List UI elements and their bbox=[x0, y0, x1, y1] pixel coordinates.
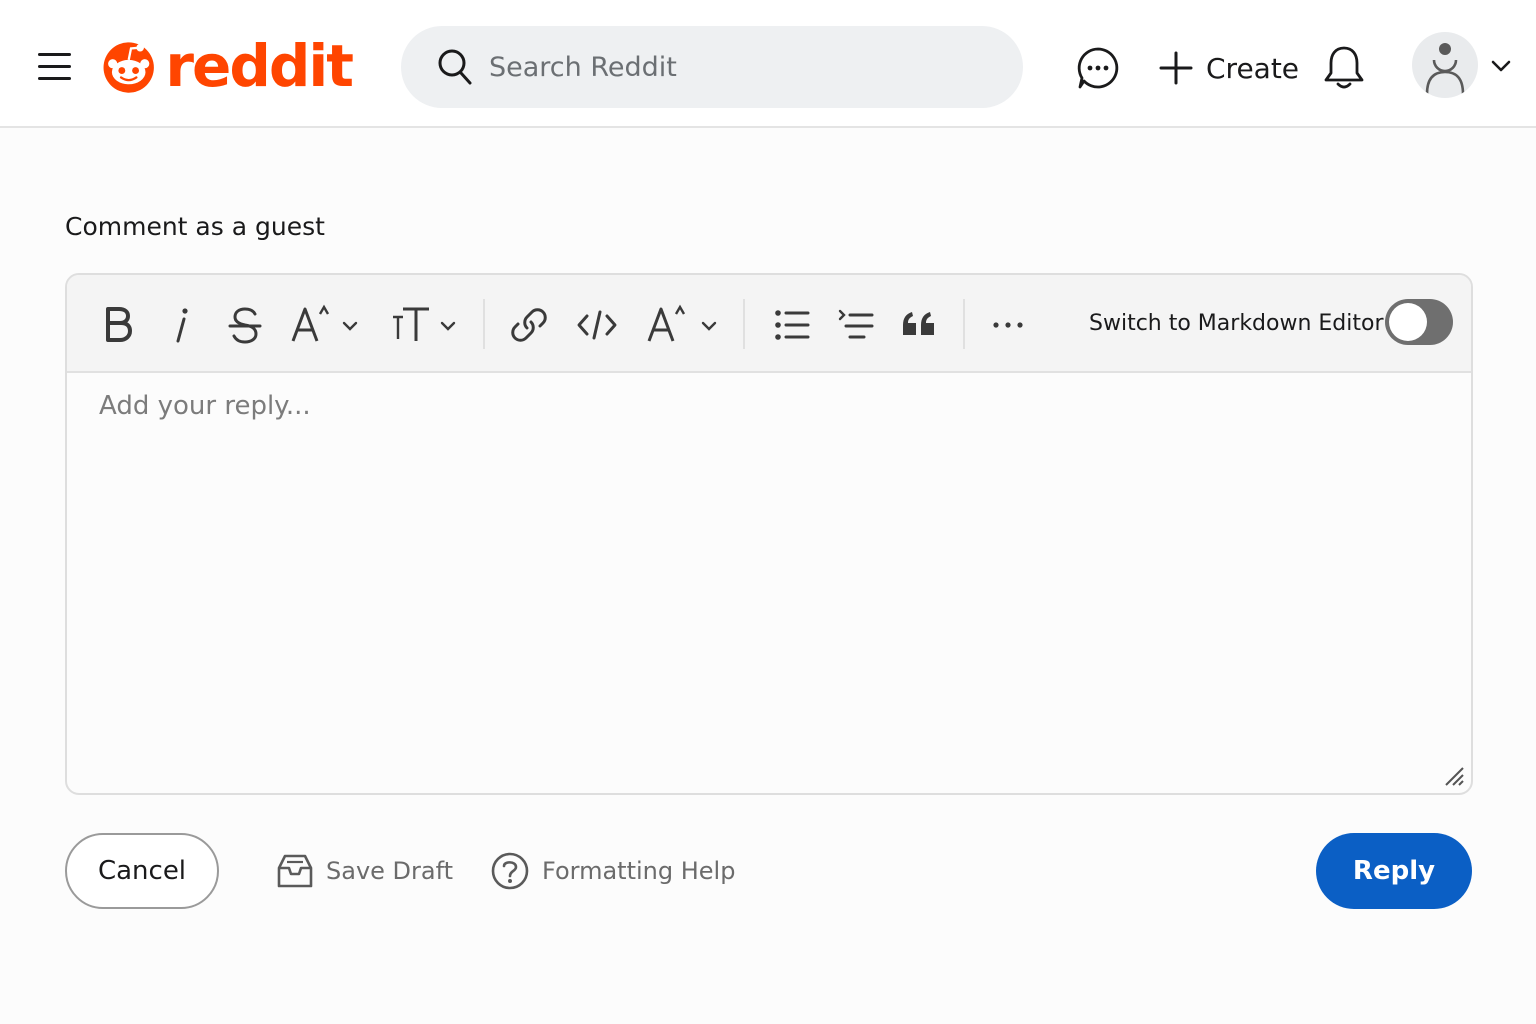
markdown-editor-toggle[interactable] bbox=[1385, 299, 1453, 345]
menu-icon bbox=[38, 53, 71, 80]
numbered-list-icon bbox=[838, 309, 874, 339]
code-button[interactable] bbox=[575, 301, 619, 349]
formatting-help-button[interactable]: Formatting Help bbox=[490, 850, 735, 892]
cancel-button[interactable]: Cancel bbox=[65, 833, 219, 909]
italic-button[interactable] bbox=[163, 301, 199, 349]
bulleted-list-button[interactable] bbox=[771, 301, 813, 349]
comment-as-guest-label: Comment as a guest bbox=[65, 212, 325, 241]
chat-button[interactable] bbox=[1076, 46, 1120, 90]
bulleted-list-icon bbox=[775, 310, 810, 340]
toolbar-divider bbox=[743, 299, 745, 349]
top-header: reddit Create bbox=[0, 0, 1536, 128]
strikethrough-button[interactable] bbox=[225, 301, 265, 349]
save-draft-button[interactable]: Save Draft bbox=[276, 850, 453, 892]
bold-button[interactable] bbox=[97, 301, 137, 349]
plus-icon bbox=[1159, 51, 1193, 85]
toggle-knob bbox=[1389, 303, 1427, 341]
quote-button[interactable] bbox=[899, 301, 939, 349]
reddit-wordmark: reddit bbox=[165, 32, 354, 100]
formatting-help-label: Formatting Help bbox=[542, 857, 736, 885]
reply-textarea[interactable] bbox=[99, 391, 1439, 761]
toolbar-divider bbox=[963, 299, 965, 349]
user-avatar-icon bbox=[1425, 43, 1465, 95]
help-circle-icon bbox=[491, 852, 529, 890]
more-icon bbox=[993, 322, 1023, 328]
toolbar-divider bbox=[483, 299, 485, 349]
superscript-alt-dropdown-button[interactable] bbox=[645, 301, 721, 349]
chat-icon bbox=[1077, 47, 1119, 89]
create-label: Create bbox=[1206, 51, 1300, 85]
create-button[interactable]: Create bbox=[1158, 46, 1299, 90]
text-size-dropdown-button[interactable] bbox=[389, 301, 461, 349]
link-icon bbox=[511, 308, 547, 342]
reply-button[interactable]: Reply bbox=[1316, 833, 1472, 909]
superscript-icon bbox=[291, 304, 358, 342]
save-draft-label: Save Draft bbox=[326, 857, 454, 885]
comment-editor: Switch to Markdown Editor bbox=[65, 273, 1473, 795]
italic-icon bbox=[176, 308, 188, 343]
link-button[interactable] bbox=[509, 301, 549, 349]
avatar[interactable] bbox=[1412, 32, 1478, 98]
quote-icon bbox=[903, 312, 934, 335]
search-bar[interactable] bbox=[401, 26, 1023, 108]
markdown-toggle-label: Switch to Markdown Editor bbox=[1089, 311, 1384, 336]
bell-icon bbox=[1324, 46, 1364, 89]
superscript-alt-icon bbox=[647, 304, 717, 342]
resize-handle-icon[interactable] bbox=[1443, 765, 1465, 787]
superscript-dropdown-button[interactable] bbox=[289, 301, 361, 349]
search-input[interactable] bbox=[489, 44, 989, 90]
notifications-button[interactable] bbox=[1322, 44, 1366, 90]
menu-button[interactable] bbox=[36, 50, 74, 84]
inbox-tray-icon bbox=[277, 854, 313, 888]
strikethrough-icon bbox=[228, 307, 262, 344]
reddit-logo[interactable]: reddit bbox=[102, 28, 354, 104]
text-size-icon bbox=[393, 307, 456, 341]
formatting-toolbar: Switch to Markdown Editor bbox=[67, 275, 1471, 373]
reddit-snoo-icon bbox=[103, 42, 154, 93]
chevron-down-icon[interactable] bbox=[1490, 58, 1512, 74]
numbered-list-button[interactable] bbox=[835, 301, 877, 349]
search-icon bbox=[438, 49, 472, 85]
code-icon bbox=[577, 310, 617, 340]
bold-icon bbox=[106, 307, 132, 342]
more-options-button[interactable] bbox=[989, 301, 1027, 349]
